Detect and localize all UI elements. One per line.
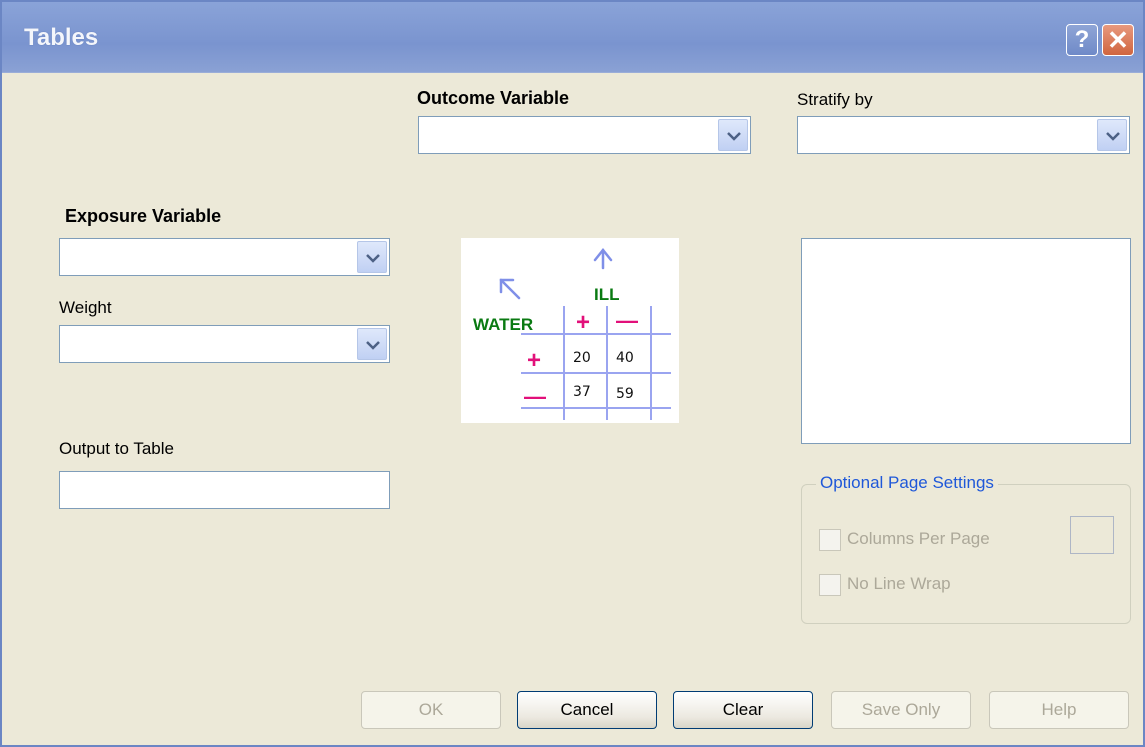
no-line-wrap-label: No Line Wrap — [847, 574, 951, 593]
stratify-by-label: Stratify by — [797, 90, 873, 109]
help-button[interactable]: Help — [989, 691, 1129, 729]
stratify-by-dropdown[interactable] — [797, 116, 1130, 154]
outcome-variable-dropdown[interactable] — [418, 116, 751, 154]
cancel-button[interactable]: Cancel — [517, 691, 657, 729]
columns-per-page-checkbox[interactable] — [819, 529, 841, 551]
tables-dialog: Tables ? ✕ Outcome Variable Stratify by … — [0, 0, 1145, 747]
exposure-variable-label: Exposure Variable — [65, 206, 222, 226]
window-title: Tables — [24, 24, 99, 51]
up-arrow-icon — [593, 247, 613, 270]
chevron-down-icon[interactable] — [718, 119, 748, 151]
close-icon[interactable]: ✕ — [1102, 24, 1134, 56]
stratify-list[interactable] — [801, 238, 1131, 444]
water-header: WATER — [473, 315, 533, 334]
ok-button[interactable]: OK — [361, 691, 501, 729]
exposure-variable-dropdown[interactable] — [59, 238, 390, 276]
cell-minus-minus: 59 — [616, 386, 634, 402]
columns-per-page-label: Columns Per Page — [847, 529, 990, 548]
columns-per-page-input[interactable] — [1070, 516, 1114, 554]
outcome-variable-label: Outcome Variable — [417, 88, 570, 108]
column-minus-sign: — — [616, 308, 638, 333]
optional-page-settings-group — [801, 484, 1131, 624]
title-bar[interactable]: Tables ? ✕ — [2, 2, 1143, 73]
cell-minus-plus: 37 — [573, 384, 591, 400]
column-plus-sign: + — [576, 309, 590, 336]
weight-dropdown[interactable] — [59, 325, 390, 363]
clear-button[interactable]: Clear — [673, 691, 813, 729]
ill-header: ILL — [594, 285, 620, 304]
no-line-wrap-checkbox[interactable] — [819, 574, 841, 596]
cell-plus-plus: 20 — [573, 350, 591, 366]
save-only-button[interactable]: Save Only — [831, 691, 971, 729]
help-icon[interactable]: ? — [1066, 24, 1098, 56]
cell-plus-minus: 40 — [616, 350, 634, 366]
chevron-down-icon[interactable] — [357, 241, 387, 273]
row-minus-sign: — — [524, 384, 546, 409]
output-to-table-input[interactable] — [59, 471, 390, 509]
two-by-two-table-illustration: ILL WATER + — + — 20 40 37 59 — [461, 238, 679, 423]
diagonal-arrow-icon — [499, 278, 521, 300]
weight-label: Weight — [59, 298, 112, 317]
row-plus-sign: + — [527, 347, 541, 374]
optional-page-settings-legend: Optional Page Settings — [816, 473, 998, 493]
chevron-down-icon[interactable] — [357, 328, 387, 360]
chevron-down-icon[interactable] — [1097, 119, 1127, 151]
illustration-svg: ILL WATER + — + — 20 40 37 59 — [473, 247, 671, 420]
output-to-table-label: Output to Table — [59, 439, 174, 458]
